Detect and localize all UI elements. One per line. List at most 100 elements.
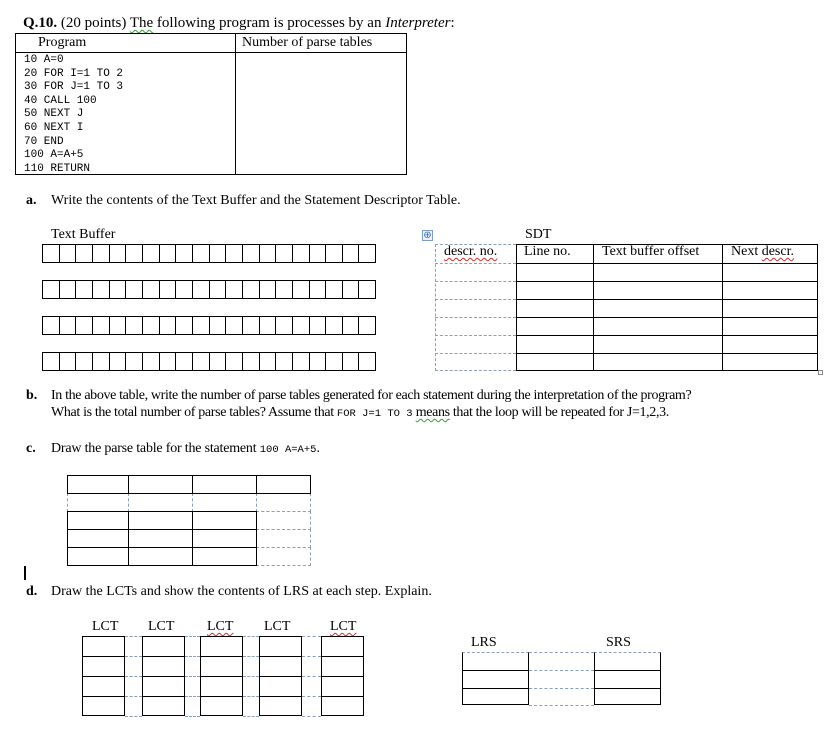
text-buffer-cell[interactable]	[226, 317, 243, 334]
lct-cell[interactable]	[143, 676, 184, 696]
text-buffer-cell[interactable]	[310, 245, 327, 262]
text-buffer-cell[interactable]	[243, 281, 260, 298]
text-buffer-cell[interactable]	[43, 281, 60, 298]
text-buffer-cell[interactable]	[193, 353, 210, 370]
text-buffer-cell[interactable]	[93, 317, 110, 334]
parse-table-cell[interactable]	[256, 493, 311, 512]
text-buffer-cell[interactable]	[76, 245, 93, 262]
lct-cell[interactable]	[260, 696, 301, 716]
text-buffer-cell[interactable]	[160, 281, 177, 298]
text-buffer-cell[interactable]	[193, 245, 210, 262]
parse-table-cell[interactable]	[192, 547, 257, 566]
lct-cell[interactable]	[322, 636, 363, 656]
lct-cell[interactable]	[260, 676, 301, 696]
text-buffer-cell[interactable]	[276, 317, 293, 334]
parse-table-cell[interactable]	[256, 547, 311, 566]
parse-table-cell[interactable]	[128, 529, 193, 548]
text-buffer-cell[interactable]	[143, 281, 160, 298]
lct-cell[interactable]	[322, 696, 363, 716]
text-buffer-cell[interactable]	[176, 317, 193, 334]
text-buffer-cell[interactable]	[343, 245, 360, 262]
text-buffer-cell[interactable]	[210, 245, 227, 262]
text-buffer-cell[interactable]	[310, 281, 327, 298]
text-buffer-cell[interactable]	[343, 281, 360, 298]
lct-cell[interactable]	[260, 656, 301, 676]
text-buffer-cell[interactable]	[76, 281, 93, 298]
text-buffer-cell[interactable]	[293, 317, 310, 334]
text-buffer-cell[interactable]	[276, 353, 293, 370]
text-buffer-cell[interactable]	[276, 281, 293, 298]
text-buffer-cell[interactable]	[293, 245, 310, 262]
lct-cell[interactable]	[201, 656, 242, 676]
text-buffer-cell[interactable]	[276, 245, 293, 262]
text-buffer-cell[interactable]	[293, 353, 310, 370]
text-buffer-cell[interactable]	[110, 317, 127, 334]
sdt-cell[interactable]	[435, 299, 516, 317]
lct-cell[interactable]	[83, 656, 124, 676]
text-buffer-cell[interactable]	[160, 245, 177, 262]
text-buffer-cell[interactable]	[226, 353, 243, 370]
text-buffer-cell[interactable]	[359, 281, 375, 298]
text-buffer-cell[interactable]	[76, 317, 93, 334]
parse-table-cell[interactable]	[192, 475, 257, 494]
parse-table-cell[interactable]	[67, 529, 129, 548]
text-buffer-cell[interactable]	[110, 281, 127, 298]
sdt-cell[interactable]	[435, 281, 516, 299]
stack-cell[interactable]	[463, 671, 528, 688]
text-buffer-cell[interactable]	[293, 281, 310, 298]
parse-table-cell[interactable]	[192, 529, 257, 548]
parse-table-cell[interactable]	[67, 493, 129, 512]
lct-cell[interactable]	[83, 696, 124, 716]
text-buffer-cell[interactable]	[176, 245, 193, 262]
stack-cell[interactable]	[595, 688, 660, 705]
parse-table-cell[interactable]	[128, 547, 193, 566]
text-buffer-cell[interactable]	[260, 281, 277, 298]
lct-cell[interactable]	[201, 676, 242, 696]
parse-table-cell[interactable]	[67, 475, 129, 494]
text-buffer-cell[interactable]	[310, 353, 327, 370]
lct-cell[interactable]	[201, 696, 242, 716]
parse-table-cell[interactable]	[256, 529, 311, 548]
text-buffer-cell[interactable]	[143, 317, 160, 334]
lct-cell[interactable]	[322, 656, 363, 676]
text-buffer-cell[interactable]	[343, 317, 360, 334]
text-buffer-cell[interactable]	[326, 317, 343, 334]
text-buffer-cell[interactable]	[210, 281, 227, 298]
text-buffer-cell[interactable]	[359, 245, 375, 262]
text-buffer-cell[interactable]	[326, 281, 343, 298]
sdt-cell[interactable]	[435, 353, 516, 371]
stack-cell[interactable]	[463, 653, 528, 670]
stack-cell[interactable]	[595, 671, 660, 688]
text-buffer-cell[interactable]	[243, 245, 260, 262]
lct-cell[interactable]	[83, 676, 124, 696]
text-buffer-cell[interactable]	[60, 245, 77, 262]
text-buffer-cell[interactable]	[326, 353, 343, 370]
parse-table-cell[interactable]	[67, 511, 129, 530]
lct-cell[interactable]	[83, 636, 124, 656]
text-buffer-cell[interactable]	[76, 353, 93, 370]
lct-cell[interactable]	[143, 696, 184, 716]
lct-cell[interactable]	[143, 656, 184, 676]
text-buffer-cell[interactable]	[343, 353, 360, 370]
text-buffer-cell[interactable]	[93, 281, 110, 298]
stack-cell[interactable]	[463, 688, 528, 705]
text-buffer-cell[interactable]	[60, 317, 77, 334]
stack-cell[interactable]	[595, 653, 660, 670]
parse-table-cell[interactable]	[192, 493, 257, 512]
text-buffer-cell[interactable]	[126, 281, 143, 298]
text-buffer-cell[interactable]	[176, 353, 193, 370]
text-buffer-cell[interactable]	[243, 317, 260, 334]
text-buffer-cell[interactable]	[160, 353, 177, 370]
parse-table-cell[interactable]	[256, 511, 311, 530]
text-buffer-cell[interactable]	[93, 245, 110, 262]
parse-table-cell[interactable]	[67, 547, 129, 566]
text-buffer-cell[interactable]	[126, 317, 143, 334]
lct-cell[interactable]	[322, 676, 363, 696]
table-move-handle-icon[interactable]: ⊕	[422, 230, 433, 241]
text-buffer-cell[interactable]	[110, 245, 127, 262]
sdt-cell[interactable]	[435, 317, 516, 335]
parse-table-cell[interactable]	[128, 493, 193, 512]
text-buffer-cell[interactable]	[126, 353, 143, 370]
text-buffer-cell[interactable]	[226, 281, 243, 298]
text-buffer-cell[interactable]	[43, 245, 60, 262]
